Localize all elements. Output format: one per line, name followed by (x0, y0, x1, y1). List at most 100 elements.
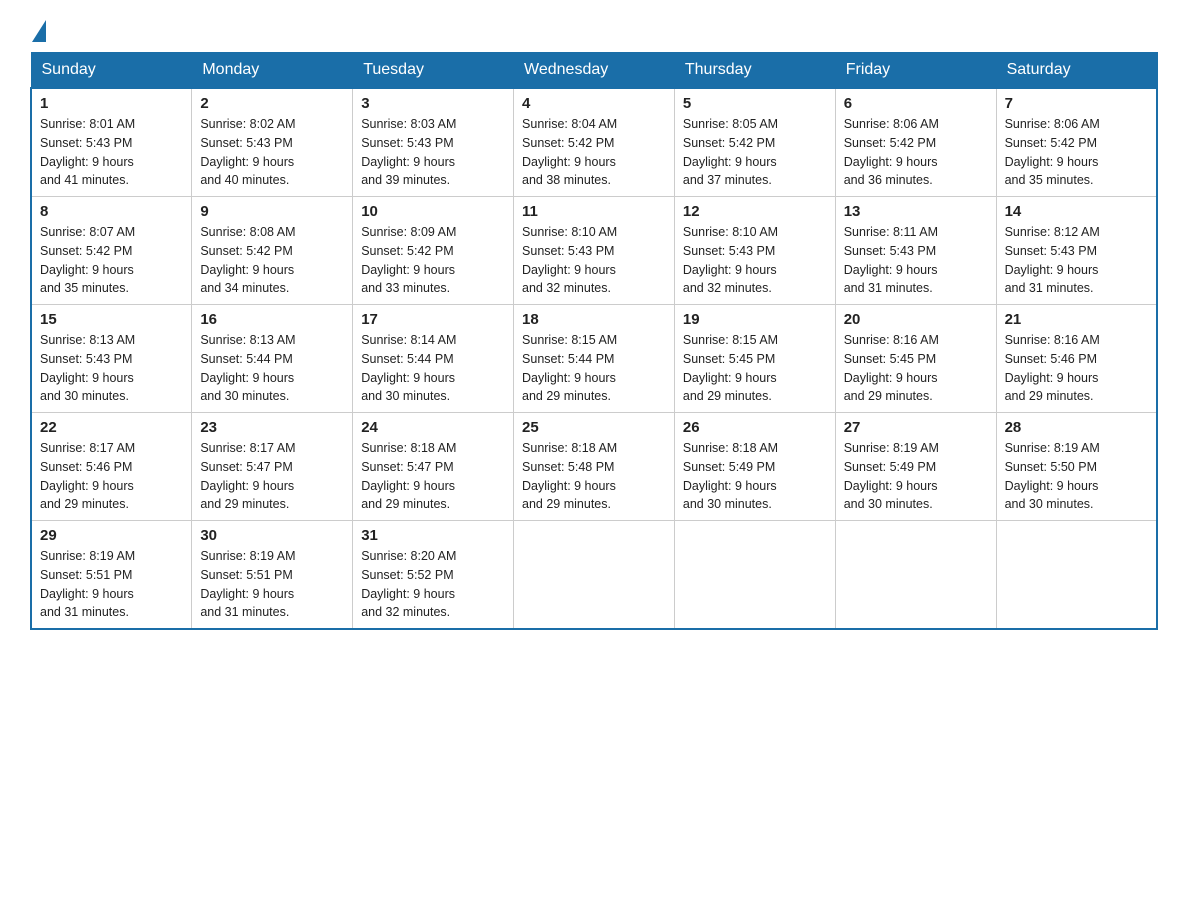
day-number: 19 (683, 311, 827, 328)
empty-day-cell (835, 521, 996, 630)
empty-day-cell (514, 521, 675, 630)
day-number: 6 (844, 95, 988, 112)
day-cell-30: 30 Sunrise: 8:19 AMSunset: 5:51 PMDayligh… (192, 521, 353, 630)
day-number: 14 (1005, 203, 1148, 220)
day-number: 8 (40, 203, 183, 220)
day-cell-18: 18 Sunrise: 8:15 AMSunset: 5:44 PMDayligh… (514, 305, 675, 413)
day-info: Sunrise: 8:10 AMSunset: 5:43 PMDaylight:… (683, 223, 827, 298)
day-info: Sunrise: 8:02 AMSunset: 5:43 PMDaylight:… (200, 115, 344, 190)
day-number: 28 (1005, 419, 1148, 436)
logo-triangle-icon (32, 20, 46, 42)
day-cell-5: 5 Sunrise: 8:05 AMSunset: 5:42 PMDaylight… (674, 88, 835, 197)
day-number: 7 (1005, 95, 1148, 112)
day-number: 29 (40, 527, 183, 544)
day-cell-25: 25 Sunrise: 8:18 AMSunset: 5:48 PMDayligh… (514, 413, 675, 521)
day-number: 10 (361, 203, 505, 220)
day-cell-29: 29 Sunrise: 8:19 AMSunset: 5:51 PMDayligh… (31, 521, 192, 630)
day-info: Sunrise: 8:16 AMSunset: 5:46 PMDaylight:… (1005, 331, 1148, 406)
day-number: 31 (361, 527, 505, 544)
day-info: Sunrise: 8:20 AMSunset: 5:52 PMDaylight:… (361, 547, 505, 622)
day-info: Sunrise: 8:15 AMSunset: 5:45 PMDaylight:… (683, 331, 827, 406)
day-cell-14: 14 Sunrise: 8:12 AMSunset: 5:43 PMDayligh… (996, 197, 1157, 305)
weekday-header-saturday: Saturday (996, 53, 1157, 89)
day-cell-19: 19 Sunrise: 8:15 AMSunset: 5:45 PMDayligh… (674, 305, 835, 413)
day-number: 27 (844, 419, 988, 436)
day-info: Sunrise: 8:19 AMSunset: 5:51 PMDaylight:… (40, 547, 183, 622)
weekday-header-monday: Monday (192, 53, 353, 89)
day-info: Sunrise: 8:15 AMSunset: 5:44 PMDaylight:… (522, 331, 666, 406)
day-number: 18 (522, 311, 666, 328)
weekday-header-friday: Friday (835, 53, 996, 89)
day-cell-13: 13 Sunrise: 8:11 AMSunset: 5:43 PMDayligh… (835, 197, 996, 305)
day-cell-22: 22 Sunrise: 8:17 AMSunset: 5:46 PMDayligh… (31, 413, 192, 521)
day-number: 16 (200, 311, 344, 328)
day-info: Sunrise: 8:10 AMSunset: 5:43 PMDaylight:… (522, 223, 666, 298)
day-number: 17 (361, 311, 505, 328)
day-number: 5 (683, 95, 827, 112)
day-info: Sunrise: 8:06 AMSunset: 5:42 PMDaylight:… (844, 115, 988, 190)
calendar-table: SundayMondayTuesdayWednesdayThursdayFrid… (30, 52, 1158, 630)
day-cell-4: 4 Sunrise: 8:04 AMSunset: 5:42 PMDaylight… (514, 88, 675, 197)
day-info: Sunrise: 8:17 AMSunset: 5:46 PMDaylight:… (40, 439, 183, 514)
calendar-week-row: 22 Sunrise: 8:17 AMSunset: 5:46 PMDayligh… (31, 413, 1157, 521)
day-info: Sunrise: 8:18 AMSunset: 5:48 PMDaylight:… (522, 439, 666, 514)
day-info: Sunrise: 8:08 AMSunset: 5:42 PMDaylight:… (200, 223, 344, 298)
calendar-week-row: 1 Sunrise: 8:01 AMSunset: 5:43 PMDaylight… (31, 88, 1157, 197)
day-number: 12 (683, 203, 827, 220)
day-info: Sunrise: 8:19 AMSunset: 5:50 PMDaylight:… (1005, 439, 1148, 514)
day-info: Sunrise: 8:12 AMSunset: 5:43 PMDaylight:… (1005, 223, 1148, 298)
day-number: 13 (844, 203, 988, 220)
day-info: Sunrise: 8:14 AMSunset: 5:44 PMDaylight:… (361, 331, 505, 406)
day-info: Sunrise: 8:19 AMSunset: 5:51 PMDaylight:… (200, 547, 344, 622)
day-info: Sunrise: 8:19 AMSunset: 5:49 PMDaylight:… (844, 439, 988, 514)
empty-day-cell (674, 521, 835, 630)
day-number: 23 (200, 419, 344, 436)
day-cell-24: 24Sunrise: 8:18 AMSunset: 5:47 PMDayligh… (353, 413, 514, 521)
day-cell-31: 31 Sunrise: 8:20 AMSunset: 5:52 PMDayligh… (353, 521, 514, 630)
day-cell-15: 15 Sunrise: 8:13 AMSunset: 5:43 PMDayligh… (31, 305, 192, 413)
day-cell-23: 23 Sunrise: 8:17 AMSunset: 5:47 PMDayligh… (192, 413, 353, 521)
day-cell-10: 10 Sunrise: 8:09 AMSunset: 5:42 PMDayligh… (353, 197, 514, 305)
day-info: Sunrise: 8:06 AMSunset: 5:42 PMDaylight:… (1005, 115, 1148, 190)
day-info: Sunrise: 8:04 AMSunset: 5:42 PMDaylight:… (522, 115, 666, 190)
calendar-week-row: 15 Sunrise: 8:13 AMSunset: 5:43 PMDayligh… (31, 305, 1157, 413)
calendar-week-row: 8 Sunrise: 8:07 AMSunset: 5:42 PMDaylight… (31, 197, 1157, 305)
day-info: Sunrise: 8:13 AMSunset: 5:43 PMDaylight:… (40, 331, 183, 406)
day-info: Sunrise: 8:05 AMSunset: 5:42 PMDaylight:… (683, 115, 827, 190)
day-cell-2: 2 Sunrise: 8:02 AMSunset: 5:43 PMDaylight… (192, 88, 353, 197)
day-number: 1 (40, 95, 183, 112)
day-number: 15 (40, 311, 183, 328)
day-number: 4 (522, 95, 666, 112)
day-cell-1: 1 Sunrise: 8:01 AMSunset: 5:43 PMDaylight… (31, 88, 192, 197)
day-number: 20 (844, 311, 988, 328)
day-cell-9: 9 Sunrise: 8:08 AMSunset: 5:42 PMDaylight… (192, 197, 353, 305)
day-cell-8: 8 Sunrise: 8:07 AMSunset: 5:42 PMDaylight… (31, 197, 192, 305)
day-number: 30 (200, 527, 344, 544)
day-info: Sunrise: 8:17 AMSunset: 5:47 PMDaylight:… (200, 439, 344, 514)
day-info: Sunrise: 8:09 AMSunset: 5:42 PMDaylight:… (361, 223, 505, 298)
day-number: 22 (40, 419, 183, 436)
day-number: 26 (683, 419, 827, 436)
day-number: 25 (522, 419, 666, 436)
day-number: 3 (361, 95, 505, 112)
logo (30, 20, 48, 42)
day-info: Sunrise: 8:13 AMSunset: 5:44 PMDaylight:… (200, 331, 344, 406)
header (30, 20, 1158, 42)
day-cell-20: 20 Sunrise: 8:16 AMSunset: 5:45 PMDayligh… (835, 305, 996, 413)
day-info: Sunrise: 8:16 AMSunset: 5:45 PMDaylight:… (844, 331, 988, 406)
day-info: Sunrise: 8:07 AMSunset: 5:42 PMDaylight:… (40, 223, 183, 298)
calendar-body: 1 Sunrise: 8:01 AMSunset: 5:43 PMDaylight… (31, 88, 1157, 629)
day-info: Sunrise: 8:03 AMSunset: 5:43 PMDaylight:… (361, 115, 505, 190)
day-cell-27: 27 Sunrise: 8:19 AMSunset: 5:49 PMDayligh… (835, 413, 996, 521)
day-cell-12: 12 Sunrise: 8:10 AMSunset: 5:43 PMDayligh… (674, 197, 835, 305)
weekday-header-row: SundayMondayTuesdayWednesdayThursdayFrid… (31, 53, 1157, 89)
day-number: 9 (200, 203, 344, 220)
day-number: 21 (1005, 311, 1148, 328)
day-info: Sunrise: 8:01 AMSunset: 5:43 PMDaylight:… (40, 115, 183, 190)
day-cell-3: 3 Sunrise: 8:03 AMSunset: 5:43 PMDaylight… (353, 88, 514, 197)
day-number: 2 (200, 95, 344, 112)
day-info: Sunrise: 8:11 AMSunset: 5:43 PMDaylight:… (844, 223, 988, 298)
weekday-header-tuesday: Tuesday (353, 53, 514, 89)
day-cell-6: 6 Sunrise: 8:06 AMSunset: 5:42 PMDaylight… (835, 88, 996, 197)
weekday-header-sunday: Sunday (31, 53, 192, 89)
